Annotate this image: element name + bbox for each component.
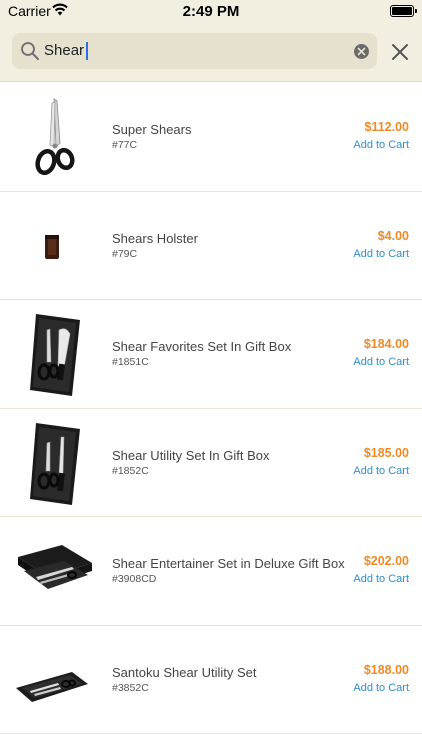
product-name[interactable]: Santoku Shear Utility Set [112,665,257,680]
product-price: $4.00 [377,228,409,243]
search-bar[interactable] [12,33,377,69]
product-sku: #1852C [112,464,149,477]
add-to-cart-button[interactable]: Add to Cart [353,356,409,368]
battery-icon [390,5,417,17]
add-to-cart-button[interactable]: Add to Cart [353,248,409,260]
add-to-cart-button[interactable]: Add to Cart [353,465,409,477]
product-row[interactable]: Shears Holster #79C $4.00 Add to Cart [0,191,422,300]
search-icon [20,41,40,61]
clear-search-button[interactable] [354,44,369,59]
deluxe-gift-box-image [14,525,94,617]
close-search-button[interactable] [389,41,411,63]
add-to-cart-button[interactable]: Add to Cart [353,682,409,694]
product-list: Super Shears #77C $112.00 Add to Cart Sh… [0,83,422,734]
product-row[interactable]: Shear Entertainer Set in Deluxe Gift Box… [0,517,422,626]
product-row[interactable]: Super Shears #77C $112.00 Add to Cart [0,83,422,192]
product-name[interactable]: Shear Entertainer Set in Deluxe Gift Box [112,556,345,571]
clear-icon [357,47,366,56]
search-header [0,22,422,82]
product-price: $185.00 [363,445,409,460]
add-to-cart-button[interactable]: Add to Cart [353,573,409,585]
product-name[interactable]: Shears Holster [112,231,198,246]
product-sku: #79C [112,247,138,260]
shears-image [14,91,94,183]
product-sku: #1851C [112,356,149,368]
product-row[interactable]: Shear Utility Set In Gift Box #1852C $18… [0,408,422,517]
close-icon [392,44,408,60]
product-sku: #3908CD [112,573,157,585]
gift-box-set-image [14,417,94,509]
product-row[interactable]: Shear Favorites Set In Gift Box #1851C $… [0,300,422,409]
product-price: $202.00 [363,554,409,568]
holster-image [14,200,94,292]
text-caret [86,42,88,60]
product-name[interactable]: Super Shears [112,122,192,137]
gift-box-set-image [14,308,94,400]
product-price: $188.00 [363,662,409,677]
open-box-set-image [14,634,94,726]
search-input[interactable] [44,33,344,69]
add-to-cart-button[interactable]: Add to Cart [353,139,409,151]
product-row[interactable]: Santoku Shear Utility Set #3852C $188.00… [0,625,422,734]
product-name[interactable]: Shear Favorites Set In Gift Box [112,339,291,354]
product-name[interactable]: Shear Utility Set In Gift Box [112,448,270,463]
product-sku: #3852C [112,681,149,694]
product-price: $112.00 [364,120,410,134]
product-price: $184.00 [363,337,409,351]
product-sku: #77C [112,139,138,151]
status-bar: Carrier 2:49 PM [0,0,422,22]
clock: 2:49 PM [182,3,240,20]
